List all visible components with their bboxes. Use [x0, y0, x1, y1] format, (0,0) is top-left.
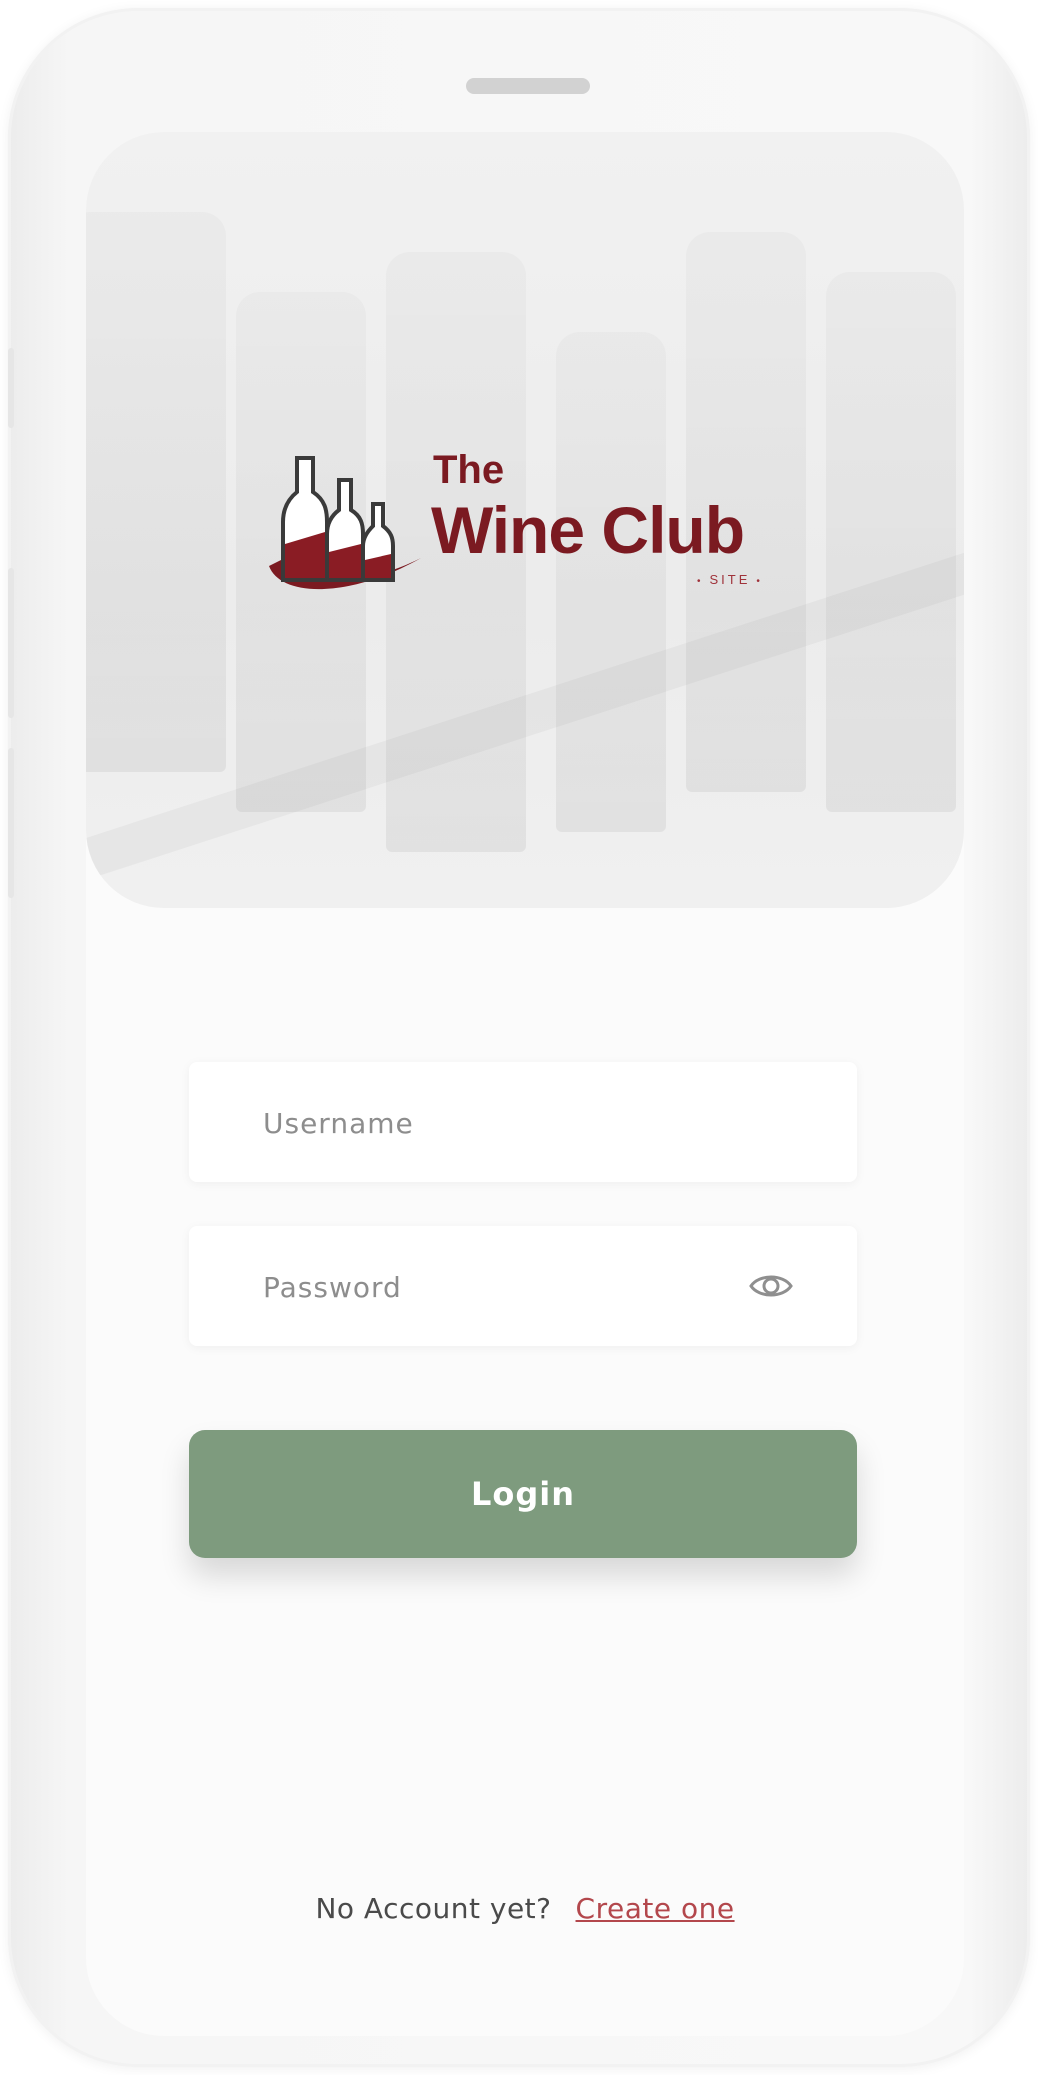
logo-text-wine-club: Wine Club [431, 493, 745, 567]
username-input[interactable] [261, 1062, 735, 1184]
wine-bottles-icon [269, 456, 421, 590]
eye-icon[interactable] [749, 1270, 793, 1302]
side-button [8, 348, 14, 428]
wine-club-logo: The Wine Club SITE [261, 448, 801, 608]
create-account-link[interactable]: Create one [576, 1892, 735, 1925]
password-input[interactable] [261, 1226, 735, 1348]
hero-bg-bottle [86, 212, 226, 772]
login-button[interactable]: Login [189, 1430, 857, 1558]
logo-text-the: The [433, 448, 505, 492]
side-button [8, 568, 14, 718]
username-field [189, 1062, 857, 1184]
signup-prompt: No Account yet? Create one [86, 1892, 964, 1925]
side-button [8, 748, 14, 898]
app-screen: The Wine Club SITE Login No Account yet?… [86, 132, 964, 2036]
logo-tagline: SITE [691, 572, 769, 587]
phone-speaker [466, 78, 590, 94]
password-field [189, 1226, 857, 1348]
phone-frame: The Wine Club SITE Login No Account yet?… [8, 8, 1030, 2067]
hero-banner: The Wine Club SITE [86, 132, 964, 908]
hero-bg-bottle [826, 272, 956, 812]
no-account-text: No Account yet? [315, 1892, 552, 1925]
